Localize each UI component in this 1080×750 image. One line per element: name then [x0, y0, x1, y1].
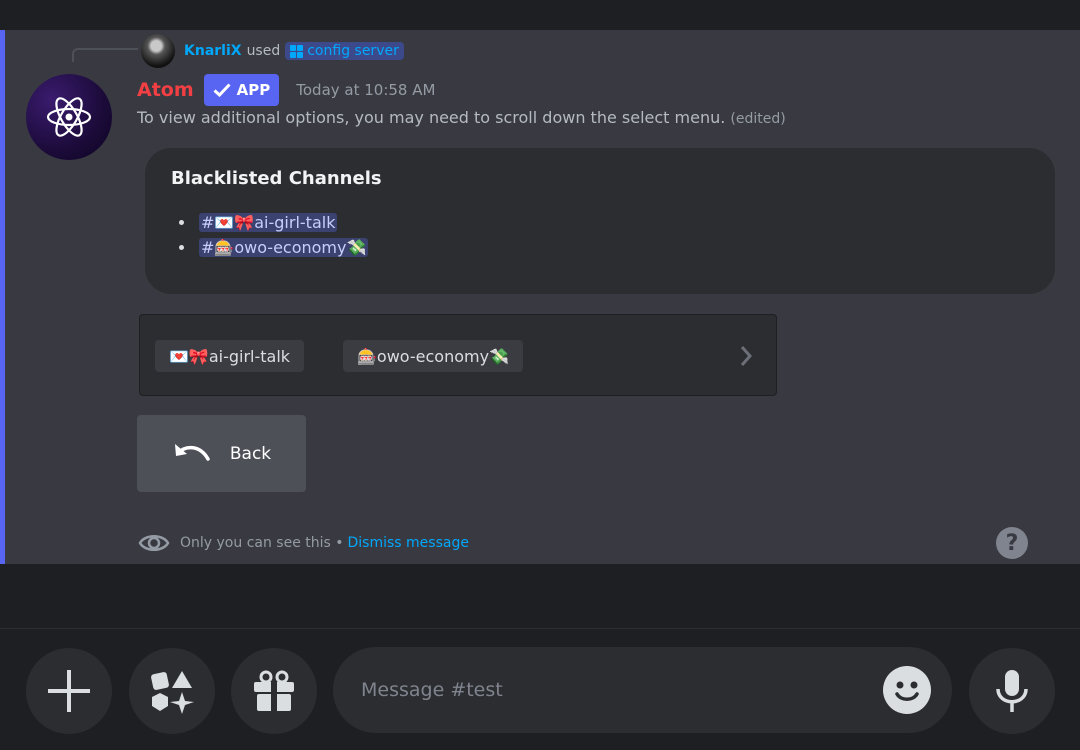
checkmark-icon: [213, 83, 231, 97]
embed-title: Blacklisted Channels: [171, 168, 382, 189]
ephemeral-notice: Only you can see this • Dismiss message: [137, 526, 469, 560]
app-badge-label: APP: [236, 81, 271, 99]
command-name-pill[interactable]: config server: [285, 42, 404, 60]
help-icon[interactable]: ?: [996, 527, 1028, 559]
atom-icon: [46, 97, 92, 137]
list-item: #💌🎀ai-girl-talk: [179, 210, 368, 235]
chevron-right-icon[interactable]: [740, 345, 752, 367]
channel-mention[interactable]: #🎰owo-economy💸: [199, 238, 369, 257]
message-ephemeral: KnarliX used config server Atom APP Toda…: [0, 30, 1080, 564]
selected-channel-chip[interactable]: 🎰owo-economy💸: [343, 340, 523, 372]
command-user[interactable]: KnarliX: [184, 43, 242, 59]
app-badge: APP: [203, 74, 280, 106]
selected-channel-chip[interactable]: 💌🎀ai-girl-talk: [155, 340, 305, 372]
bullet: [179, 245, 184, 250]
command-name: config server: [307, 43, 399, 59]
embed-channel-list: #💌🎀ai-girl-talk #🎰owo-economy💸: [179, 210, 369, 260]
back-button-label: Back: [229, 443, 272, 464]
message-content: To view additional options, you may need…: [137, 108, 786, 127]
bot-avatar[interactable]: [26, 74, 112, 160]
message-composer: [0, 629, 1080, 750]
command-usage-row: KnarliX used config server: [141, 34, 404, 68]
bullet: [179, 220, 184, 225]
top-bar: [0, 0, 1080, 30]
message-timestamp: Today at 10:58 AM: [296, 81, 436, 99]
gift-button[interactable]: [231, 648, 317, 734]
channel-select-menu[interactable]: 💌🎀ai-girl-talk 🎰owo-economy💸: [139, 314, 777, 396]
message-text: To view additional options, you may need…: [137, 108, 726, 127]
add-attachment-button[interactable]: [26, 648, 112, 734]
slash-command-icon: [290, 44, 304, 58]
edited-label: (edited): [730, 111, 786, 127]
message-header: Atom APP Today at 10:58 AM: [137, 74, 435, 106]
user-avatar[interactable]: [141, 34, 175, 68]
apps-icon: [151, 671, 194, 714]
bot-name[interactable]: Atom: [137, 79, 194, 101]
microphone-button[interactable]: [969, 648, 1055, 734]
back-button[interactable]: Back: [137, 415, 306, 492]
list-item: #🎰owo-economy💸: [179, 235, 369, 260]
undo-arrow-icon: [174, 443, 210, 461]
message-input[interactable]: [361, 647, 861, 733]
dismiss-message-link[interactable]: Dismiss message: [348, 535, 469, 551]
reply-connector: [72, 48, 138, 62]
eye-icon: [138, 535, 170, 551]
plus-icon: [48, 670, 90, 712]
embed: Blacklisted Channels #💌🎀ai-girl-talk #🎰o…: [145, 148, 1055, 294]
message-input-container: [333, 647, 952, 733]
apps-button[interactable]: [129, 648, 215, 734]
microphone-icon: [996, 670, 1028, 712]
smiley-icon: [895, 681, 919, 701]
gift-icon: [254, 670, 294, 711]
command-used-label: used: [246, 43, 281, 59]
ephemeral-text: Only you can see this •: [180, 535, 344, 551]
channel-mention[interactable]: #💌🎀ai-girl-talk: [199, 213, 338, 232]
emoji-button[interactable]: [883, 666, 931, 714]
